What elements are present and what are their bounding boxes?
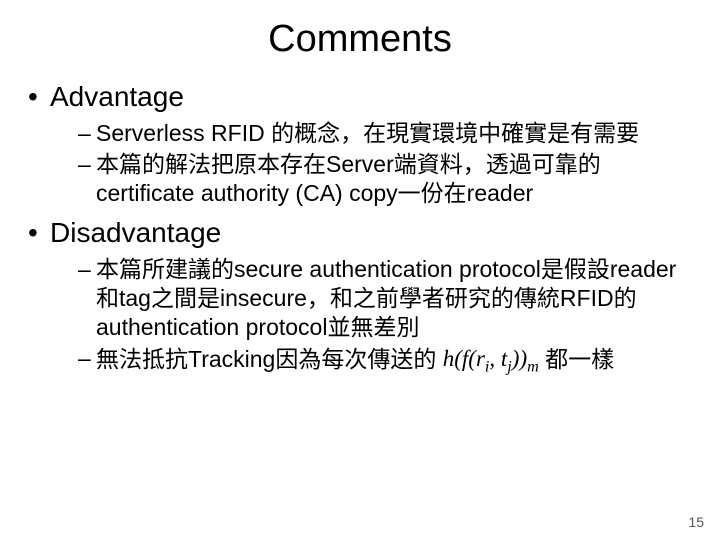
slide: Comments Advantage Serverless RFID 的概念，在… (0, 0, 720, 540)
formula-r-sub: i (485, 358, 489, 375)
formula-r: r (476, 346, 485, 371)
formula-f: f (462, 346, 468, 371)
advantage-item-1: Serverless RFID 的概念，在現實環境中確實是有需要 (78, 119, 692, 148)
disadvantage-item-2: 無法抵抗Tracking因為每次傳送的 h(f(ri, tj))m 都一樣 (78, 344, 692, 378)
disadvantage-item-1: 本篇所建議的secure authentication protocol是假設r… (78, 255, 692, 341)
advantage-heading: Advantage (50, 81, 184, 112)
formula-m-sub: m (527, 358, 539, 375)
disadvantage-heading-item: Disadvantage 本篇所建議的secure authentication… (28, 217, 692, 377)
page-number: 15 (688, 514, 704, 530)
disadvantage-heading: Disadvantage (50, 217, 221, 248)
disadvantage-item-2-text: 無法抵抗Tracking因為每次傳送的 (96, 345, 436, 371)
disadvantage-sublist: 本篇所建議的secure authentication protocol是假設r… (50, 255, 692, 377)
bullet-list-lvl1: Advantage Serverless RFID 的概念，在現實環境中確實是有… (28, 81, 692, 377)
formula: h(f(ri, tj))m (443, 346, 539, 371)
formula-block: h(f(ri, tj))m (443, 344, 539, 378)
disadvantage-item-2-tail: 都一樣 (545, 345, 614, 371)
advantage-heading-item: Advantage Serverless RFID 的概念，在現實環境中確實是有… (28, 81, 692, 207)
advantage-item-2: 本篇的解法把原本存在Server端資料，透過可靠的certificate aut… (78, 150, 692, 208)
slide-title: Comments (28, 18, 692, 61)
advantage-sublist: Serverless RFID 的概念，在現實環境中確實是有需要 本篇的解法把原… (50, 119, 692, 207)
formula-h: h (443, 346, 455, 371)
formula-t-sub: j (507, 358, 511, 375)
